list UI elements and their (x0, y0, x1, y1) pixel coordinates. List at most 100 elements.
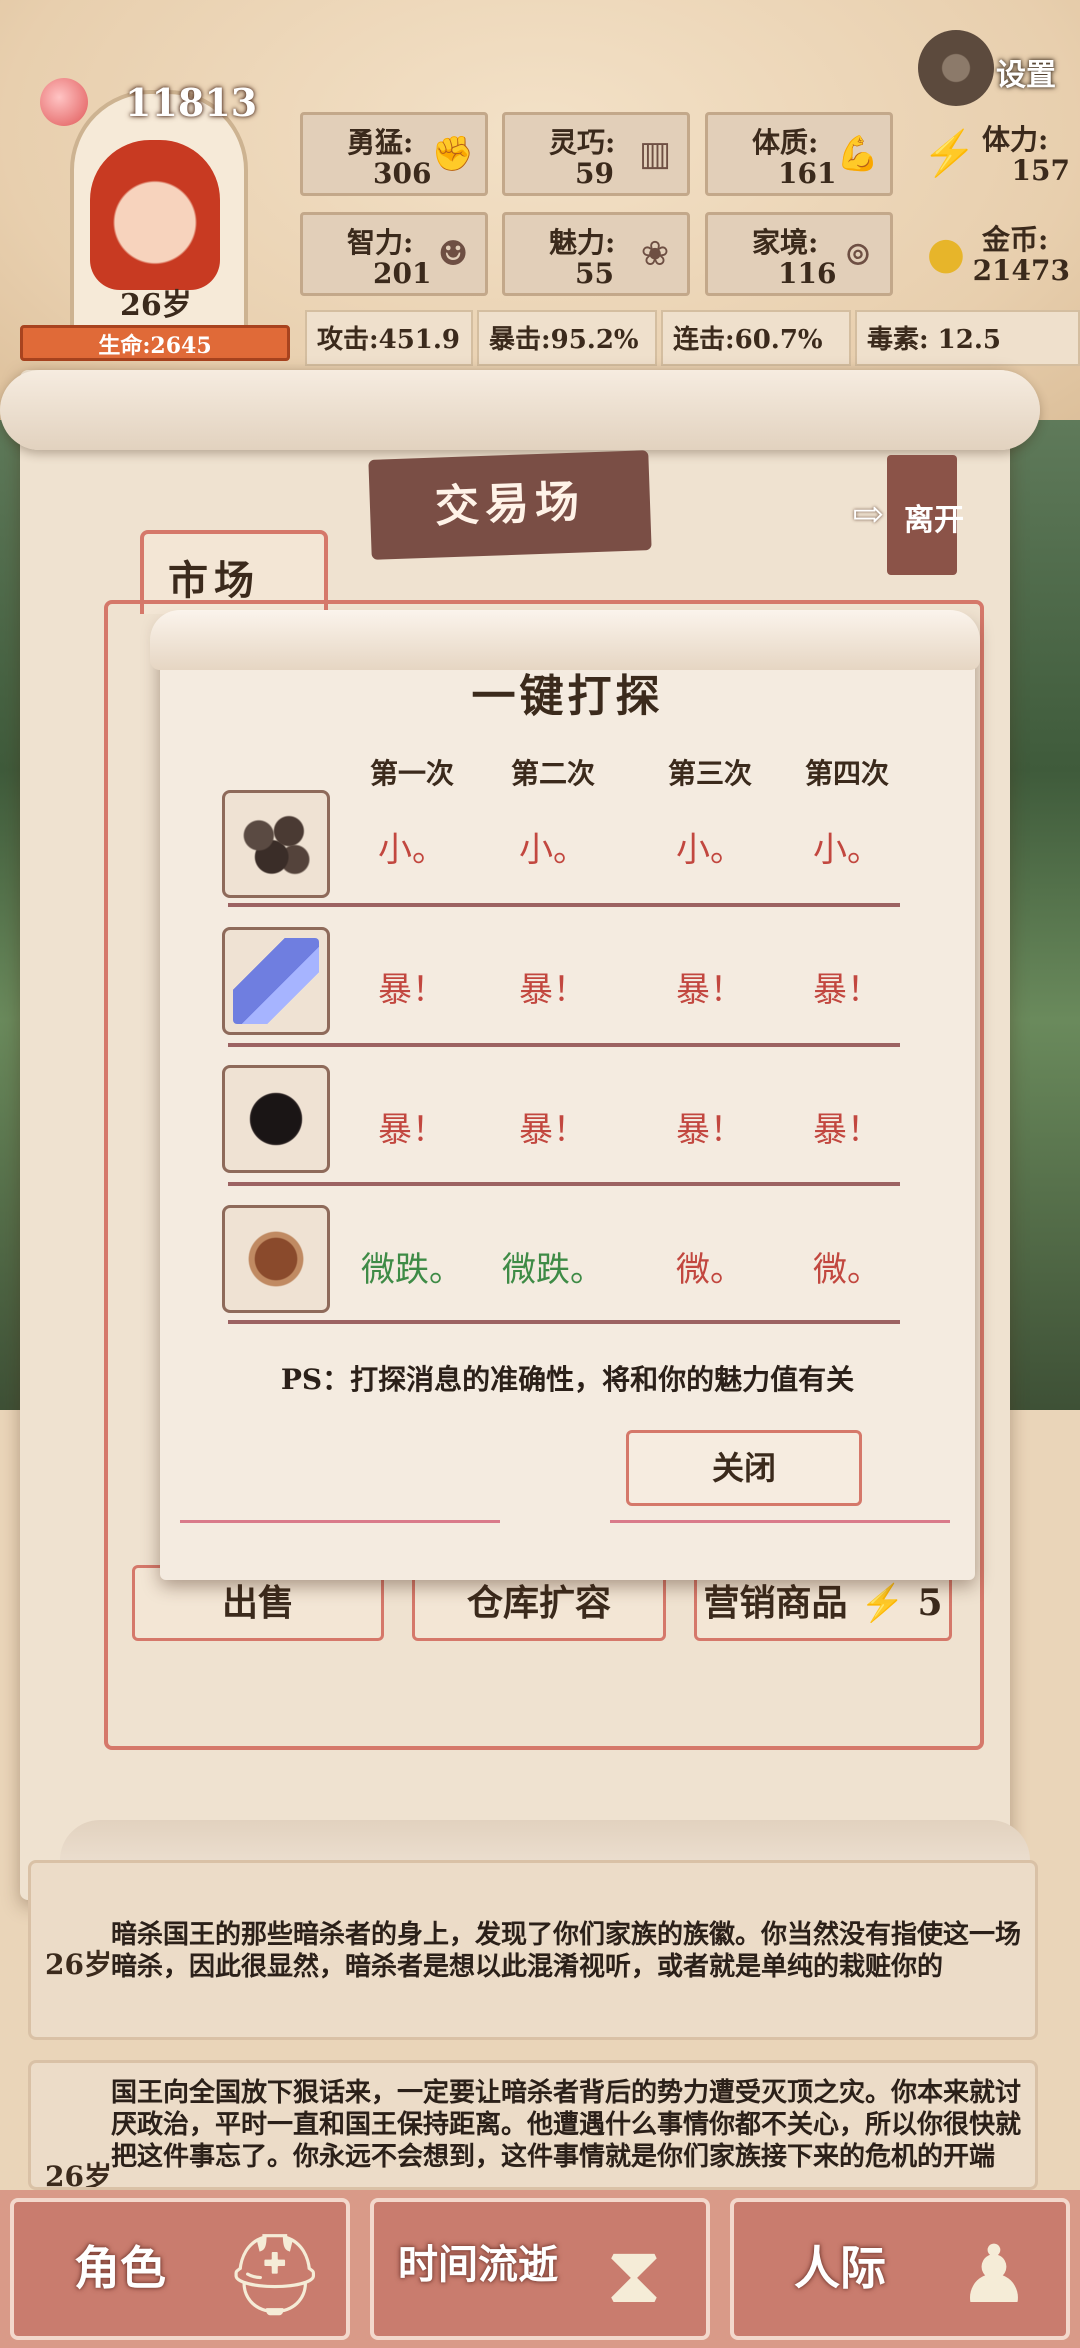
crystal-image (233, 938, 319, 1024)
people-icon: ♟ (958, 2228, 1030, 2321)
result-cell: 暴！ (676, 970, 744, 1010)
result-cell: 暴！ (676, 1110, 744, 1150)
result-cell: 微跌。 (361, 1250, 463, 1290)
marketing-label: 营销商品 (703, 1582, 848, 1624)
stat-label: 体力: (982, 123, 1049, 156)
soul-icon (40, 78, 88, 126)
column-header: 第四次 (804, 757, 889, 790)
result-cell: 小。 (813, 830, 881, 870)
column-header: 第一次 (369, 757, 454, 790)
brain-icon: ☻ (437, 234, 469, 274)
result-cell: 暴！ (813, 1110, 881, 1150)
stat-value: 306 (373, 157, 432, 190)
result-cell: 小。 (519, 830, 587, 870)
nav-role[interactable]: 角色 ⛑ (10, 2198, 350, 2340)
result-cell: 微跌。 (502, 1250, 604, 1290)
stat-value: 157 (1011, 154, 1070, 187)
stat-label: 勇猛: (347, 126, 414, 159)
stat-gold: ● 金币: 21473 (912, 212, 1074, 296)
log-age: 26岁 (45, 1948, 112, 1981)
divider-ornament (610, 1520, 950, 1523)
page-title: 交易场 (368, 450, 652, 560)
row-divider (228, 903, 900, 907)
stat-intelligence: 智力: 201 ☻ (300, 212, 488, 296)
coin-hand-icon: ⊚ (843, 234, 873, 274)
stat-charm: 魅力: 55 ❀ (502, 212, 690, 296)
nav-time[interactable]: 时间流逝 ⧗ (370, 2198, 710, 2340)
log-age: 26岁 (45, 2160, 112, 2190)
log-text: 国王向全国放下狠话来，一定要让暗杀者背后的势力遭受灭顶之灾。你本来就讨厌政治，平… (111, 2078, 1022, 2172)
dialog-title: 一键打探 (471, 671, 664, 722)
hide-image (233, 1216, 319, 1302)
settings-button[interactable]: 设置 (918, 30, 1078, 110)
result-cell: 暴！ (378, 1110, 446, 1150)
marketing-cost: 5 (917, 1582, 943, 1624)
stat-constitution: 体质: 161 💪 (705, 112, 893, 196)
nav-role-label: 角色 (74, 2241, 166, 2295)
stat-value: 116 (778, 257, 837, 290)
column-header: 第三次 (667, 757, 752, 790)
combat-stats: 攻击:451.9 暴击:95.2% 连击:60.7% 毒素: 12.5 (305, 310, 1080, 366)
page-title-text: 交易场 (434, 476, 586, 533)
result-cell: 小。 (676, 830, 744, 870)
fist-icon: ✊ (431, 134, 475, 174)
dialog-note: PS：打探消息的准确性，将和你的魅力值有关 (280, 1363, 855, 1396)
combo-stat: 连击:60.7% (661, 310, 851, 366)
row-divider (228, 1320, 900, 1324)
stat-agility: 灵巧: 59 ▥ (502, 112, 690, 196)
settings-label: 设置 (996, 58, 1056, 93)
scroll-top-roll (0, 370, 1040, 450)
cloak-icon: ▥ (638, 134, 672, 174)
stat-value: 21473 (972, 254, 1070, 287)
gold-coin-icon: ● (926, 228, 966, 279)
stat-family: 家境: 116 ⊚ (705, 212, 893, 296)
attack-stat: 攻击:451.9 (305, 310, 473, 366)
arrow-right-icon: ⇨ (852, 491, 884, 536)
tab-market-label: 市场 (168, 557, 260, 604)
coal-image (233, 801, 319, 887)
row-divider (228, 1043, 900, 1047)
stat-label: 魅力: (549, 226, 616, 259)
hp-bar: 生命:2645 (20, 325, 290, 361)
nav-time-label: 时间流逝 (398, 2241, 558, 2288)
stat-label: 体质: (752, 126, 819, 159)
close-button[interactable]: 关闭 (626, 1430, 862, 1506)
coal-icon (222, 790, 330, 898)
log-entry: 26岁 暗杀国王的那些暗杀者的身上，发现了你们家族的族徽。你当然没有指使这一场暗… (28, 1860, 1038, 2040)
row-divider (228, 1182, 900, 1186)
stat-value: 59 (575, 157, 614, 190)
result-cell: 暴！ (519, 1110, 587, 1150)
result-cell: 暴！ (813, 970, 881, 1010)
black-ore-icon (222, 1065, 330, 1173)
divider-ornament (180, 1520, 500, 1523)
result-cell: 暴！ (378, 970, 446, 1010)
character-portrait (90, 140, 220, 290)
result-cell: 微。 (813, 1250, 881, 1290)
crystal-icon (222, 927, 330, 1035)
person-icon: ⛑ (224, 2228, 326, 2321)
column-header: 第二次 (510, 757, 595, 790)
nav-social[interactable]: 人际 ♟ (730, 2198, 1070, 2340)
age-label: 26岁 (120, 288, 192, 323)
stat-bravery: 勇猛: 306 ✊ (300, 112, 488, 196)
hourglass-icon: ⧗ (605, 2228, 663, 2321)
stat-value: 161 (778, 157, 837, 190)
stat-value: 55 (575, 257, 614, 290)
leave-label: 离开 (904, 503, 964, 538)
lightning-icon: ⚡ (922, 128, 977, 179)
result-cell: 微。 (676, 1250, 744, 1290)
crit-stat: 暴击:95.2% (477, 310, 657, 366)
hide-icon (222, 1205, 330, 1313)
nav-social-label: 人际 (794, 2241, 886, 2295)
log-entry: 26岁 国王向全国放下狠话来，一定要让暗杀者背后的势力遭受灭顶之灾。你本来就讨厌… (28, 2060, 1038, 2190)
stat-label: 智力: (347, 226, 414, 259)
result-cell: 暴！ (519, 970, 587, 1010)
black-ore-image (233, 1076, 319, 1162)
poison-stat: 毒素: 12.5 (855, 310, 1080, 366)
soul-points: 11813 (125, 80, 258, 125)
stat-label: 灵巧: (549, 126, 616, 159)
leave-button[interactable]: ⇨ 离开 (852, 455, 972, 575)
stat-label: 家境: (752, 226, 819, 259)
lightning-icon: ⚡ (860, 1582, 905, 1624)
stat-label: 金币: (982, 223, 1049, 256)
